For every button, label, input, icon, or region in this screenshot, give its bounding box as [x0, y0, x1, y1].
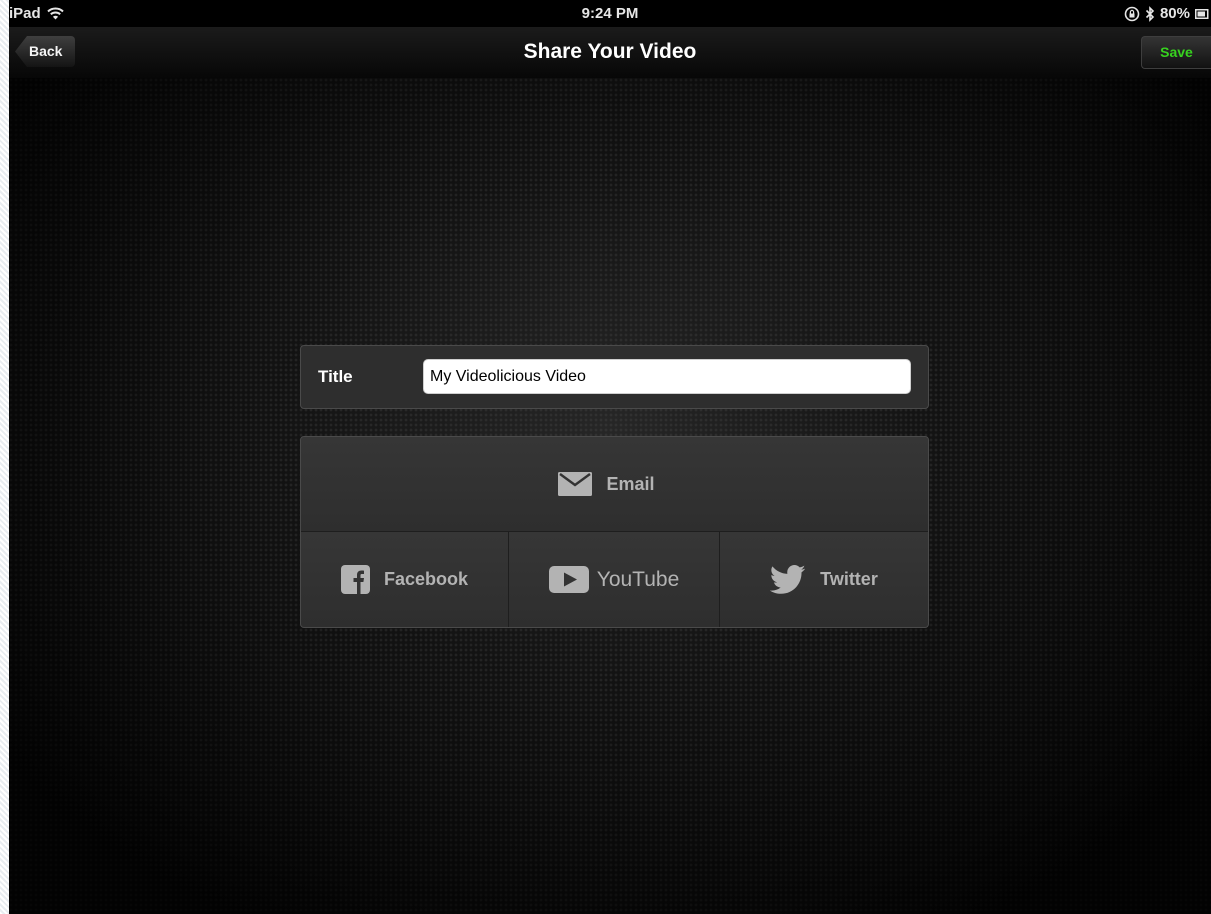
twitter-share-button[interactable]: Twitter [720, 532, 928, 627]
facebook-share-button[interactable]: Facebook [301, 532, 509, 627]
twitter-icon [770, 564, 806, 595]
page-title: Share Your Video [523, 40, 697, 63]
status-time: 9:24 PM [581, 5, 639, 22]
facebook-icon [340, 565, 370, 594]
main-content: Title Email [9, 78, 1211, 914]
youtube-share-button[interactable]: YouTube [509, 532, 720, 627]
status-bar: iPad 9:24 PM 80% [9, 0, 1211, 27]
facebook-label: Facebook [383, 569, 469, 589]
email-share-button[interactable]: Email [301, 437, 928, 532]
title-label: Title [318, 367, 353, 386]
rotation-lock-icon [1124, 6, 1140, 22]
status-right: 80% [1124, 5, 1209, 22]
title-panel: Title [300, 345, 929, 409]
twitter-label: Twitter [820, 569, 878, 589]
envelope-icon [558, 472, 593, 496]
email-label: Email [606, 473, 655, 494]
title-input[interactable] [423, 359, 911, 394]
battery-icon [1195, 8, 1209, 20]
save-button[interactable]: Save [1141, 36, 1211, 69]
youtube-icon [548, 566, 589, 593]
youtube-label: YouTube [596, 567, 680, 591]
share-panel: Email Facebook YouTube Twitter [300, 436, 929, 628]
battery-level: 80% [1159, 5, 1190, 22]
navigation-bar: Back Share Your Video Save [9, 27, 1211, 79]
bluetooth-icon [1145, 5, 1155, 22]
app-screen: iPad 9:24 PM 80% Back Share Your Video S… [9, 0, 1211, 914]
